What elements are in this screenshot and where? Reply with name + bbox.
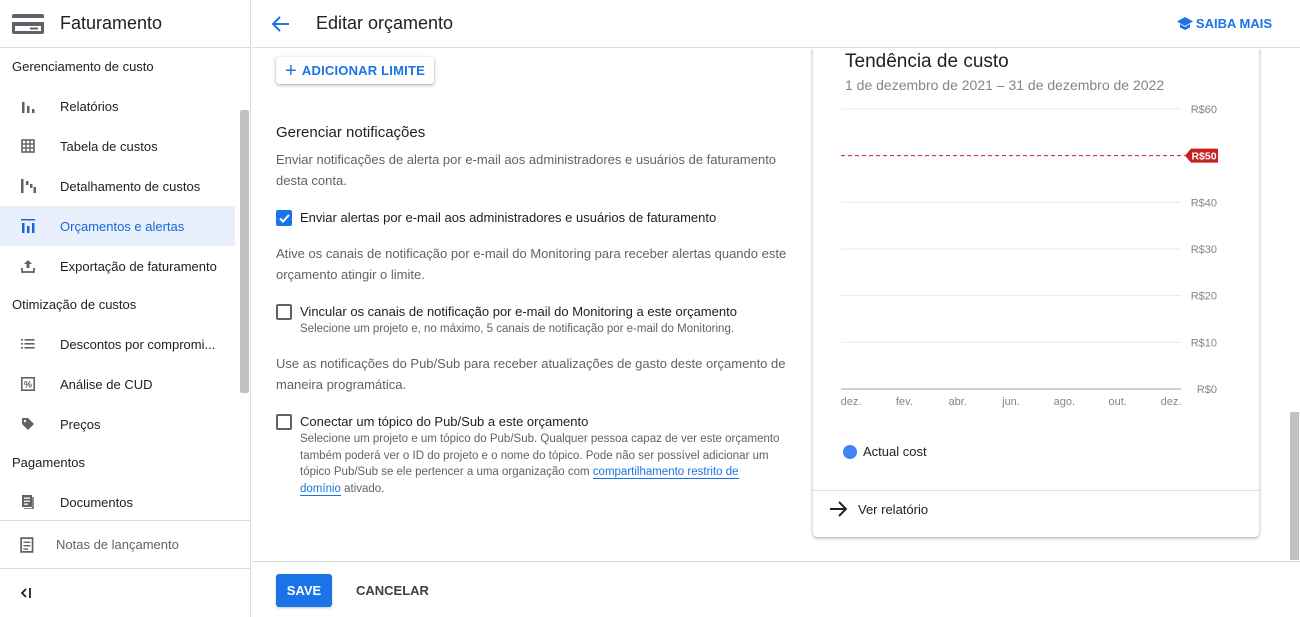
- sidebar-item-reports[interactable]: Relatórios: [0, 86, 235, 126]
- sidebar-item-label: Relatórios: [60, 98, 119, 114]
- sidebar-item-cost-breakdown[interactable]: Detalhamento de custos: [0, 166, 235, 206]
- email-alerts-checkbox[interactable]: [276, 210, 292, 226]
- add-limit-button[interactable]: + ADICIONAR LIMITE: [276, 57, 434, 84]
- sidebar-item-label: Preços: [60, 416, 101, 432]
- sidebar-item-label: Exportação de faturamento: [60, 258, 217, 274]
- release-notes-label: Notas de lançamento: [56, 537, 179, 552]
- check-icon: [278, 213, 290, 223]
- sidebar-item-pricing[interactable]: Preços: [0, 404, 235, 444]
- add-limit-label: ADICIONAR LIMITE: [301, 63, 425, 78]
- billing-icon: [12, 13, 44, 34]
- sidebar-footer: Notas de lançamento: [0, 520, 250, 617]
- sidebar-item-label: Detalhamento de custos: [60, 178, 201, 194]
- learn-more-label: SAIBA MAIS: [1195, 16, 1272, 31]
- sidebar-item-label: Análise de CUD: [60, 376, 153, 392]
- school-icon: [1176, 16, 1193, 30]
- x-tick-label: dez.: [1161, 396, 1182, 408]
- arrow-forward-icon: [830, 501, 847, 517]
- section-payments: Pagamentos: [12, 455, 85, 470]
- collapse-icon: [20, 588, 31, 598]
- y-tick-label: R$0: [1197, 384, 1217, 396]
- document-icon: [20, 494, 36, 510]
- legend-swatch: [843, 444, 857, 459]
- sidebar-scrollbar[interactable]: [240, 110, 249, 393]
- x-tick-label: out.: [1108, 396, 1126, 408]
- card-date-range: 1 de dezembro de 2021 – 31 de dezembro d…: [845, 77, 1165, 93]
- x-tick-label: ago.: [1054, 396, 1075, 408]
- footer-actions: SAVE CANCELAR: [252, 561, 1300, 617]
- notifications-title: Gerenciar notificações: [276, 124, 426, 141]
- sidebar-item-budgets-alerts[interactable]: Orçamentos e alertas: [0, 206, 235, 246]
- cost-trend-chart: R$0 R$10 R$20 R$30 R$40 R$60 R$50 dez. fev. abr. j…: [841, 104, 1218, 408]
- legend-label: Actual cost: [863, 444, 927, 459]
- section-cost-management: Gerenciamento de custo: [12, 59, 154, 74]
- sidebar-header: Faturamento: [0, 0, 250, 48]
- monitoring-hint: Selecione um projeto e, no máximo, 5 can…: [300, 323, 735, 335]
- back-button[interactable]: [269, 12, 293, 36]
- pubsub-hint: Selecione um projeto e um tópico do Pub/…: [300, 431, 780, 497]
- pubsub-description: Use as notificações do Pub/Sub para rece…: [276, 356, 786, 392]
- view-report-label: Ver relatório: [858, 501, 929, 517]
- monitoring-option: Vincular os canais de notificação por e-…: [276, 303, 780, 338]
- learn-more-button[interactable]: SAIBA MAIS: [1176, 16, 1272, 31]
- list-icon: [20, 336, 36, 352]
- sidebar-item-label: Descontos por compromi...: [60, 336, 216, 352]
- email-alerts-option: Enviar alertas por e-mail aos administra…: [276, 209, 716, 227]
- pubsub-label: Conectar um tópico do Pub/Sub a este orç…: [300, 414, 589, 429]
- cancel-button[interactable]: CANCELAR: [348, 574, 437, 607]
- monitoring-description: Ative os canais de notificação por e-mai…: [276, 246, 787, 282]
- top-bar: Editar orçamento SAIBA MAIS: [252, 0, 1300, 48]
- x-tick-label: jun.: [1001, 396, 1020, 408]
- section-cost-optimization: Otimização de custos: [12, 297, 137, 312]
- x-tick-label: dez.: [841, 396, 862, 408]
- y-tick-label: R$30: [1191, 244, 1217, 256]
- budget-label: R$50: [1191, 151, 1216, 163]
- sidebar-item-documents[interactable]: Documentos: [0, 482, 235, 522]
- card-divider: [813, 490, 1259, 491]
- x-tick-label: abr.: [948, 396, 966, 408]
- y-tick-label: R$10: [1191, 337, 1217, 349]
- view-report-link[interactable]: Ver relatório: [829, 501, 928, 517]
- sidebar: Faturamento Gerenciamento de custo Relat…: [0, 0, 251, 617]
- percent-icon: %: [20, 376, 36, 392]
- main-scrollbar[interactable]: [1290, 412, 1299, 560]
- y-tick-label: R$40: [1191, 197, 1217, 209]
- sidebar-item-label: Documentos: [60, 494, 133, 510]
- y-tick-label: R$20: [1191, 291, 1217, 303]
- monitoring-label: Vincular os canais de notificação por e-…: [300, 304, 737, 319]
- y-tick-label: R$60: [1191, 104, 1217, 116]
- card-title: Tendência de custo: [845, 51, 1009, 72]
- collapse-sidebar-button[interactable]: [0, 569, 250, 617]
- sidebar-item-cud-analysis[interactable]: % Análise de CUD: [0, 364, 235, 404]
- sidebar-item-billing-export[interactable]: Exportação de faturamento: [0, 246, 235, 286]
- sidebar-item-label: Orçamentos e alertas: [60, 218, 185, 234]
- bar-chart-icon: [20, 98, 36, 114]
- notifications-description: Enviar notificações de alerta por e-mail…: [276, 152, 777, 188]
- chart-legend: Actual cost: [843, 444, 927, 459]
- plus-icon: +: [285, 59, 297, 82]
- monitoring-checkbox[interactable]: [276, 304, 292, 320]
- sidebar-title: Faturamento: [60, 13, 163, 33]
- pubsub-hint-end: ativado.: [340, 482, 385, 495]
- main-content: + ADICIONAR LIMITE Gerenciar notificaçõe…: [252, 49, 1288, 561]
- save-button[interactable]: SAVE: [276, 574, 332, 607]
- svg-text:%: %: [24, 380, 32, 390]
- pubsub-checkbox[interactable]: [276, 414, 292, 430]
- page-title: Editar orçamento: [316, 13, 454, 33]
- sidebar-item-commitment-discounts[interactable]: Descontos por compromi...: [0, 324, 235, 364]
- table-icon: [20, 138, 36, 154]
- release-notes-icon: [20, 536, 34, 553]
- cost-trend-card: Tendência de custo 1 de dezembro de 2021…: [813, 49, 1259, 537]
- pubsub-option: Conectar um tópico do Pub/Sub a este orç…: [276, 413, 780, 497]
- export-icon: [20, 258, 36, 274]
- email-alerts-label: Enviar alertas por e-mail aos administra…: [300, 210, 717, 225]
- release-notes-link[interactable]: Notas de lançamento: [0, 521, 250, 569]
- waterfall-chart-icon: [20, 178, 36, 194]
- sidebar-item-cost-table[interactable]: Tabela de custos: [0, 126, 235, 166]
- sidebar-item-label: Tabela de custos: [60, 138, 158, 154]
- arrow-back-icon: [272, 15, 289, 32]
- x-tick-label: fev.: [896, 396, 913, 408]
- tag-icon: [20, 416, 36, 432]
- budget-icon: [20, 218, 36, 234]
